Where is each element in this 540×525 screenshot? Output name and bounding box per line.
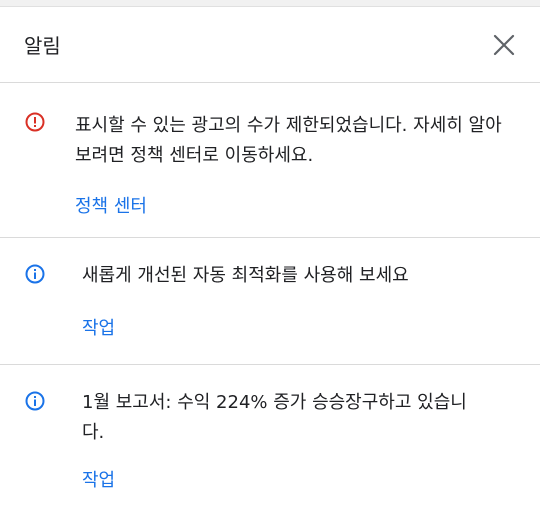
notification-message: 새롭게 개선된 자동 최적화를 사용해 보세요 xyxy=(82,265,409,286)
info-icon xyxy=(25,264,45,284)
notification-item: 새롭게 개선된 자동 최적화를 사용해 보세요 작업 xyxy=(0,238,540,365)
notification-item: 표시할 수 있는 광고의 수가 제한되었습니다. 자세히 알아보려면 정책 센터… xyxy=(0,83,540,238)
notifications-panel: 알림 표시할 수 있는 광고의 수가 제한되었습니다. 자세히 알아보려면 정책… xyxy=(0,6,540,525)
notification-item: 1월 보고서: 수익 224% 증가 승승장구하고 있습니다. 작업 xyxy=(0,365,540,525)
panel-title: 알림 xyxy=(24,34,61,58)
panel-header: 알림 xyxy=(0,7,540,83)
notification-message: 1월 보고서: 수익 224% 증가 승승장구하고 있습니다. xyxy=(82,392,467,443)
action-link[interactable]: 작업 xyxy=(82,466,115,492)
error-icon xyxy=(25,112,45,132)
close-button[interactable] xyxy=(488,29,520,61)
close-icon xyxy=(493,34,515,55)
notification-message: 표시할 수 있는 광고의 수가 제한되었습니다. 자세히 알아보려면 정책 센터… xyxy=(75,115,502,166)
action-link[interactable]: 작업 xyxy=(82,314,115,340)
policy-center-link[interactable]: 정책 센터 xyxy=(75,192,147,218)
info-icon xyxy=(25,391,45,411)
